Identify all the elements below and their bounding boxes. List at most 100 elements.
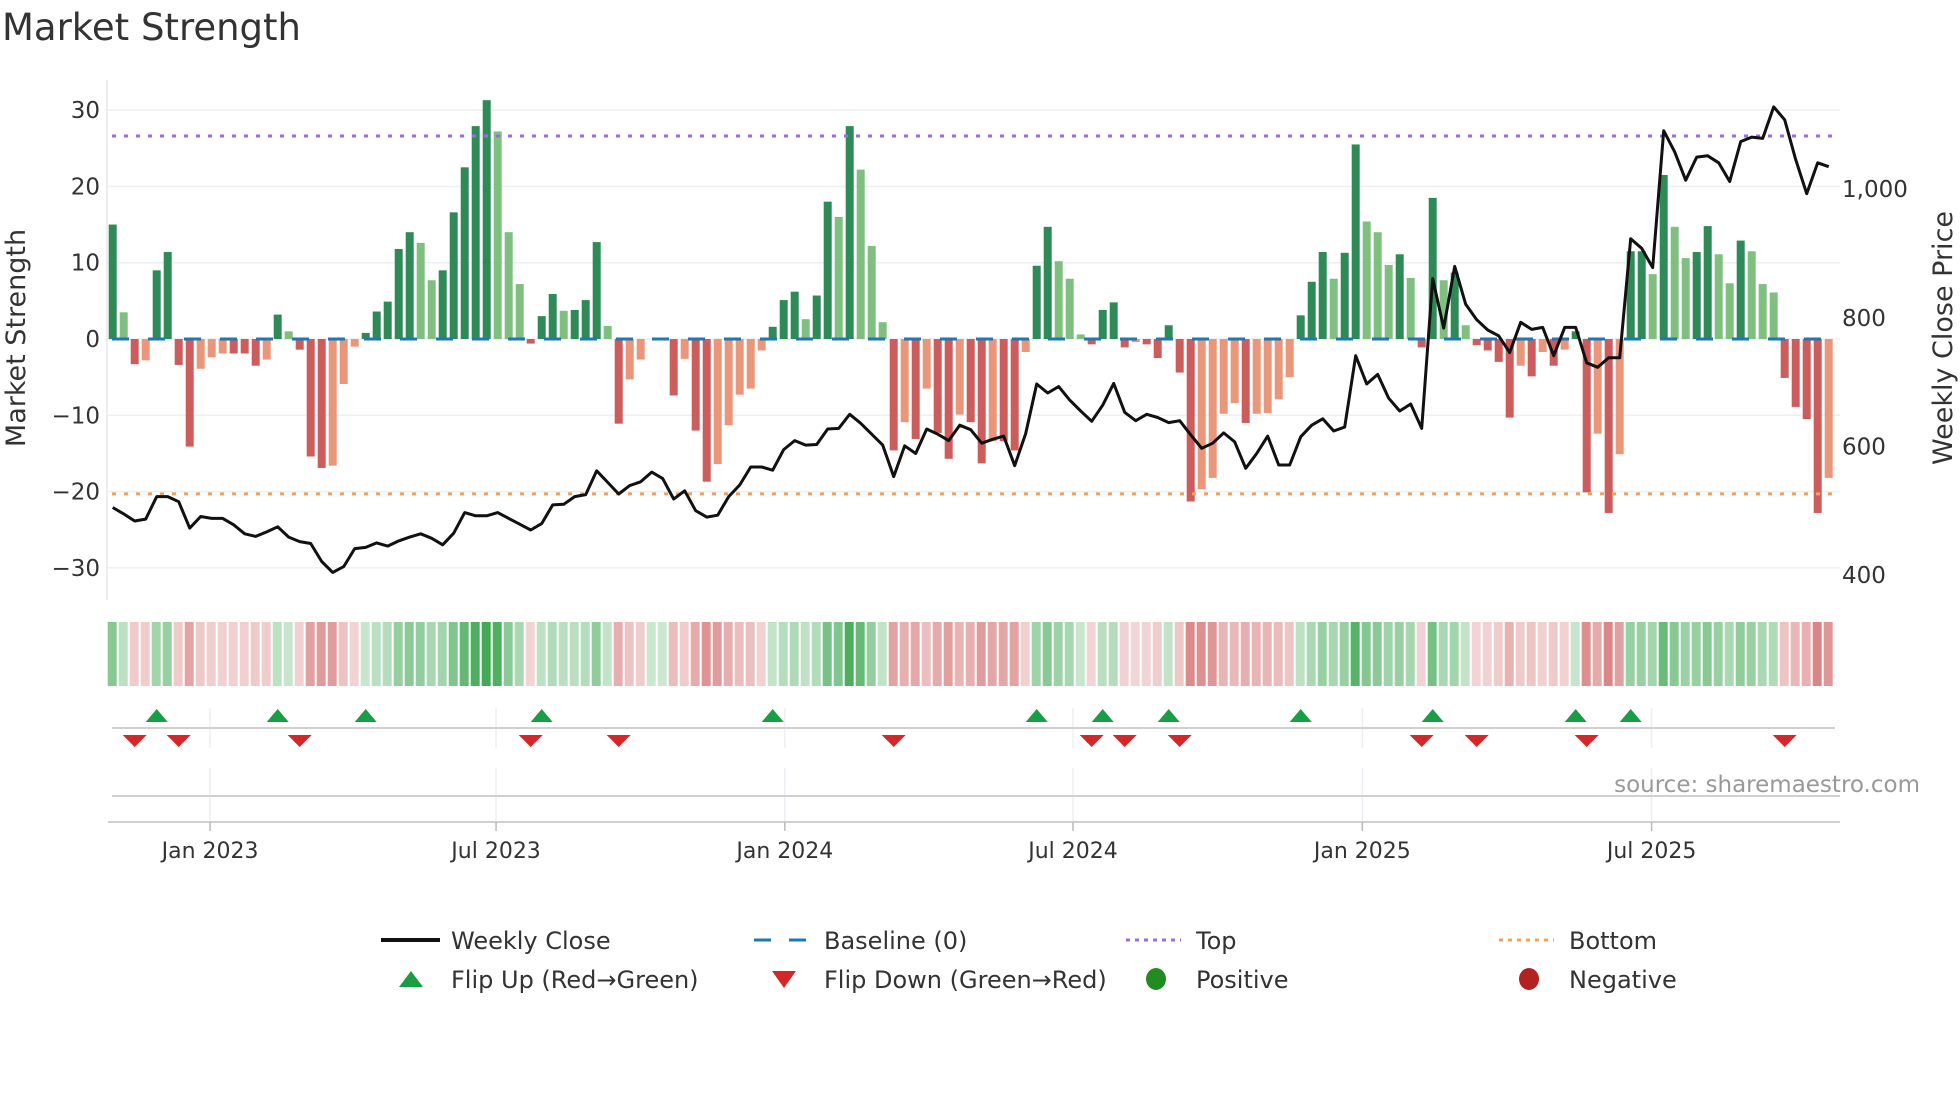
flip-down-marker — [1079, 735, 1104, 747]
heat-cell — [536, 622, 546, 686]
strength-bar — [1538, 339, 1547, 352]
strength-bar — [383, 301, 392, 339]
strength-bar — [1373, 232, 1382, 339]
strength-bar — [1142, 339, 1151, 345]
strength-bar — [1197, 339, 1206, 490]
legend-label: Weekly Close — [451, 927, 611, 955]
flip-down-marker — [122, 735, 147, 747]
heat-cell — [888, 622, 898, 686]
heat-cell — [1317, 622, 1327, 686]
strength-bar — [768, 326, 777, 339]
chart-title: Market Strength — [2, 6, 301, 49]
flip-down-marker — [881, 735, 906, 747]
flip-down-marker — [1574, 735, 1599, 747]
heat-cell — [547, 622, 557, 686]
strength-bars — [108, 100, 1833, 513]
heat-cell — [1031, 622, 1041, 686]
strength-bar — [856, 169, 865, 339]
strength-bar — [306, 339, 315, 457]
strength-bar — [889, 339, 898, 451]
heat-cell — [580, 622, 590, 686]
strength-bar — [185, 339, 194, 447]
strength-bar — [1340, 252, 1349, 339]
heat-cell — [1009, 622, 1019, 686]
heat-cell — [756, 622, 766, 686]
flip-up-marker — [1421, 709, 1444, 722]
heat-cell — [1174, 622, 1184, 686]
heat-cell — [1691, 622, 1701, 686]
flip-down-marker — [518, 735, 543, 747]
legend-item-flip-up: Flip Up (Red→Green) — [399, 966, 699, 994]
heat-cell — [1449, 622, 1459, 686]
heat-cell — [734, 622, 744, 686]
heat-cell — [1295, 622, 1305, 686]
flip-down-marker — [1167, 735, 1192, 747]
heat-cell — [1240, 622, 1250, 686]
strength-bar — [1769, 292, 1778, 339]
heat-cell — [1592, 622, 1602, 686]
heat-cell — [1680, 622, 1690, 686]
y-axis-label: Market Strength — [1, 229, 32, 447]
strength-bar — [262, 339, 271, 360]
heat-cell — [415, 622, 425, 686]
strength-bar — [1593, 339, 1602, 434]
strength-bar — [669, 339, 678, 396]
strength-bar — [801, 319, 810, 339]
heat-cell — [1625, 622, 1635, 686]
heat-cell — [701, 622, 711, 686]
legend-item-baseline: Baseline (0) — [754, 927, 967, 955]
strength-bar — [273, 314, 282, 339]
strength-bar — [1351, 144, 1360, 339]
strength-bar — [1461, 325, 1470, 339]
heat-cell — [1460, 622, 1470, 686]
heat-cell — [1207, 622, 1217, 686]
heat-cell — [470, 622, 480, 686]
heat-cell — [591, 622, 601, 686]
heat-cell — [1713, 622, 1723, 686]
strength-bar — [845, 126, 854, 339]
strength-bar — [933, 339, 942, 433]
heat-cell — [239, 622, 249, 686]
strength-bar — [394, 248, 403, 339]
heat-cell — [151, 622, 161, 686]
strength-bar — [592, 242, 601, 339]
strength-bar — [922, 339, 931, 389]
strength-bar — [1043, 226, 1052, 339]
heat-cell — [1823, 622, 1833, 686]
triangle-down-icon — [772, 971, 796, 988]
strength-bar — [581, 300, 590, 339]
legend-item-top: Top — [1126, 927, 1237, 955]
strength-bar — [537, 316, 546, 339]
strength-bar — [834, 216, 843, 339]
strength-bar — [1527, 339, 1536, 377]
heat-cell — [800, 622, 810, 686]
strength-bar — [1285, 339, 1294, 378]
heat-cell — [1658, 622, 1668, 686]
heat-cell — [349, 622, 359, 686]
flip-up-marker — [354, 709, 377, 722]
heat-cell — [712, 622, 722, 686]
strength-bar — [900, 339, 909, 423]
heat-cell — [316, 622, 326, 686]
flip-up-marker — [266, 709, 289, 722]
heat-cell — [129, 622, 139, 686]
strength-bar — [1659, 174, 1668, 339]
heat-cell — [1361, 622, 1371, 686]
heat-cell — [492, 622, 502, 686]
heat-cell — [635, 622, 645, 686]
heat-cell — [459, 622, 469, 686]
heat-cell — [118, 622, 128, 686]
heat-cell — [1724, 622, 1734, 686]
strength-bar — [735, 339, 744, 395]
strength-bar — [999, 339, 1008, 442]
strength-bar — [207, 339, 216, 358]
heat-cell — [1350, 622, 1360, 686]
heat-cell — [382, 622, 392, 686]
heat-cell — [195, 622, 205, 686]
heat-cell — [1119, 622, 1129, 686]
y2-tick-label: 800 — [1842, 306, 1886, 332]
heat-cell — [844, 622, 854, 686]
heat-cell — [1735, 622, 1745, 686]
strength-bar — [559, 310, 568, 339]
heat-cell — [140, 622, 150, 686]
